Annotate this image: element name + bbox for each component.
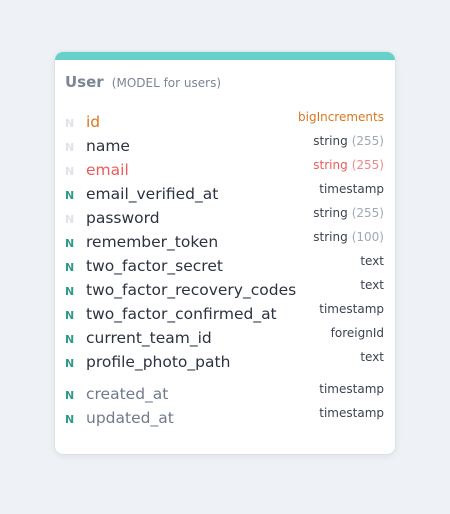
model-name: User bbox=[65, 73, 104, 91]
field-type: string (100) bbox=[313, 230, 384, 244]
field-row: Nremember_token string (100) bbox=[55, 230, 395, 257]
field-name: name bbox=[86, 137, 130, 155]
field-type: string (255) bbox=[313, 158, 384, 172]
field-type: text bbox=[360, 350, 384, 364]
field-length: (255) bbox=[351, 158, 384, 172]
field-type-name: foreignId bbox=[330, 326, 384, 340]
field-type-name: text bbox=[360, 278, 384, 292]
field-name: profile_photo_path bbox=[86, 353, 231, 371]
nullable-flag: N bbox=[65, 117, 75, 130]
field-type: timestamp bbox=[319, 382, 384, 396]
nullable-flag: N bbox=[65, 261, 75, 274]
card-accent-bar bbox=[55, 52, 395, 60]
field-row: Nprofile_photo_path text bbox=[55, 350, 395, 377]
nullable-flag: N bbox=[65, 333, 75, 346]
nullable-flag: N bbox=[65, 309, 75, 322]
field-length: (255) bbox=[351, 206, 384, 220]
field-length: (255) bbox=[351, 134, 384, 148]
field-type-name: string bbox=[313, 230, 348, 244]
nullable-flag: N bbox=[65, 141, 75, 154]
field-row: Ntwo_factor_secret text bbox=[55, 254, 395, 281]
field-type: timestamp bbox=[319, 182, 384, 196]
field-type: bigIncrements bbox=[298, 110, 384, 124]
nullable-flag: N bbox=[65, 389, 75, 402]
field-type: text bbox=[360, 278, 384, 292]
model-card: User (MODEL for users) Nid bigIncrements N… bbox=[55, 52, 395, 454]
field-type-name: string bbox=[313, 206, 348, 220]
field-type-name: timestamp bbox=[319, 406, 384, 420]
nullable-flag: N bbox=[65, 285, 75, 298]
nullable-flag: N bbox=[65, 189, 75, 202]
field-type: timestamp bbox=[319, 406, 384, 420]
field-name: current_team_id bbox=[86, 329, 212, 347]
field-type-name: timestamp bbox=[319, 382, 384, 396]
field-type: string (255) bbox=[313, 134, 384, 148]
field-name: two_factor_recovery_codes bbox=[86, 281, 297, 299]
model-subtitle: (MODEL for users) bbox=[111, 76, 222, 90]
field-type-name: text bbox=[360, 254, 384, 268]
field-name: created_at bbox=[86, 385, 169, 403]
field-name: updated_at bbox=[86, 409, 174, 427]
nullable-flag: N bbox=[65, 357, 75, 370]
field-type: text bbox=[360, 254, 384, 268]
field-type-name: bigIncrements bbox=[298, 110, 384, 124]
nullable-flag: N bbox=[65, 213, 75, 226]
field-name: two_factor_secret bbox=[86, 257, 223, 275]
field-name: remember_token bbox=[86, 233, 219, 251]
nullable-flag: N bbox=[65, 237, 75, 250]
field-type: string (255) bbox=[313, 206, 384, 220]
field-type-name: string bbox=[313, 158, 348, 172]
field-name: id bbox=[86, 113, 101, 131]
field-type-name: timestamp bbox=[319, 302, 384, 316]
field-name: email_verified_at bbox=[86, 185, 219, 203]
field-type-name: string bbox=[313, 134, 348, 148]
field-name: password bbox=[86, 209, 160, 227]
nullable-flag: N bbox=[65, 413, 75, 426]
field-type-name: timestamp bbox=[319, 182, 384, 196]
field-row: Ncurrent_team_id foreignId bbox=[55, 326, 395, 353]
field-type: foreignId bbox=[331, 326, 384, 340]
field-length: (100) bbox=[351, 230, 384, 244]
field-type: timestamp bbox=[319, 302, 384, 316]
card-header: User (MODEL for users) bbox=[65, 72, 221, 91]
field-type-name: text bbox=[360, 350, 384, 364]
field-name: email bbox=[86, 161, 129, 179]
field-name: two_factor_confirmed_at bbox=[86, 305, 277, 323]
nullable-flag: N bbox=[65, 165, 75, 178]
field-row: Nupdated_at timestamp bbox=[55, 406, 395, 433]
